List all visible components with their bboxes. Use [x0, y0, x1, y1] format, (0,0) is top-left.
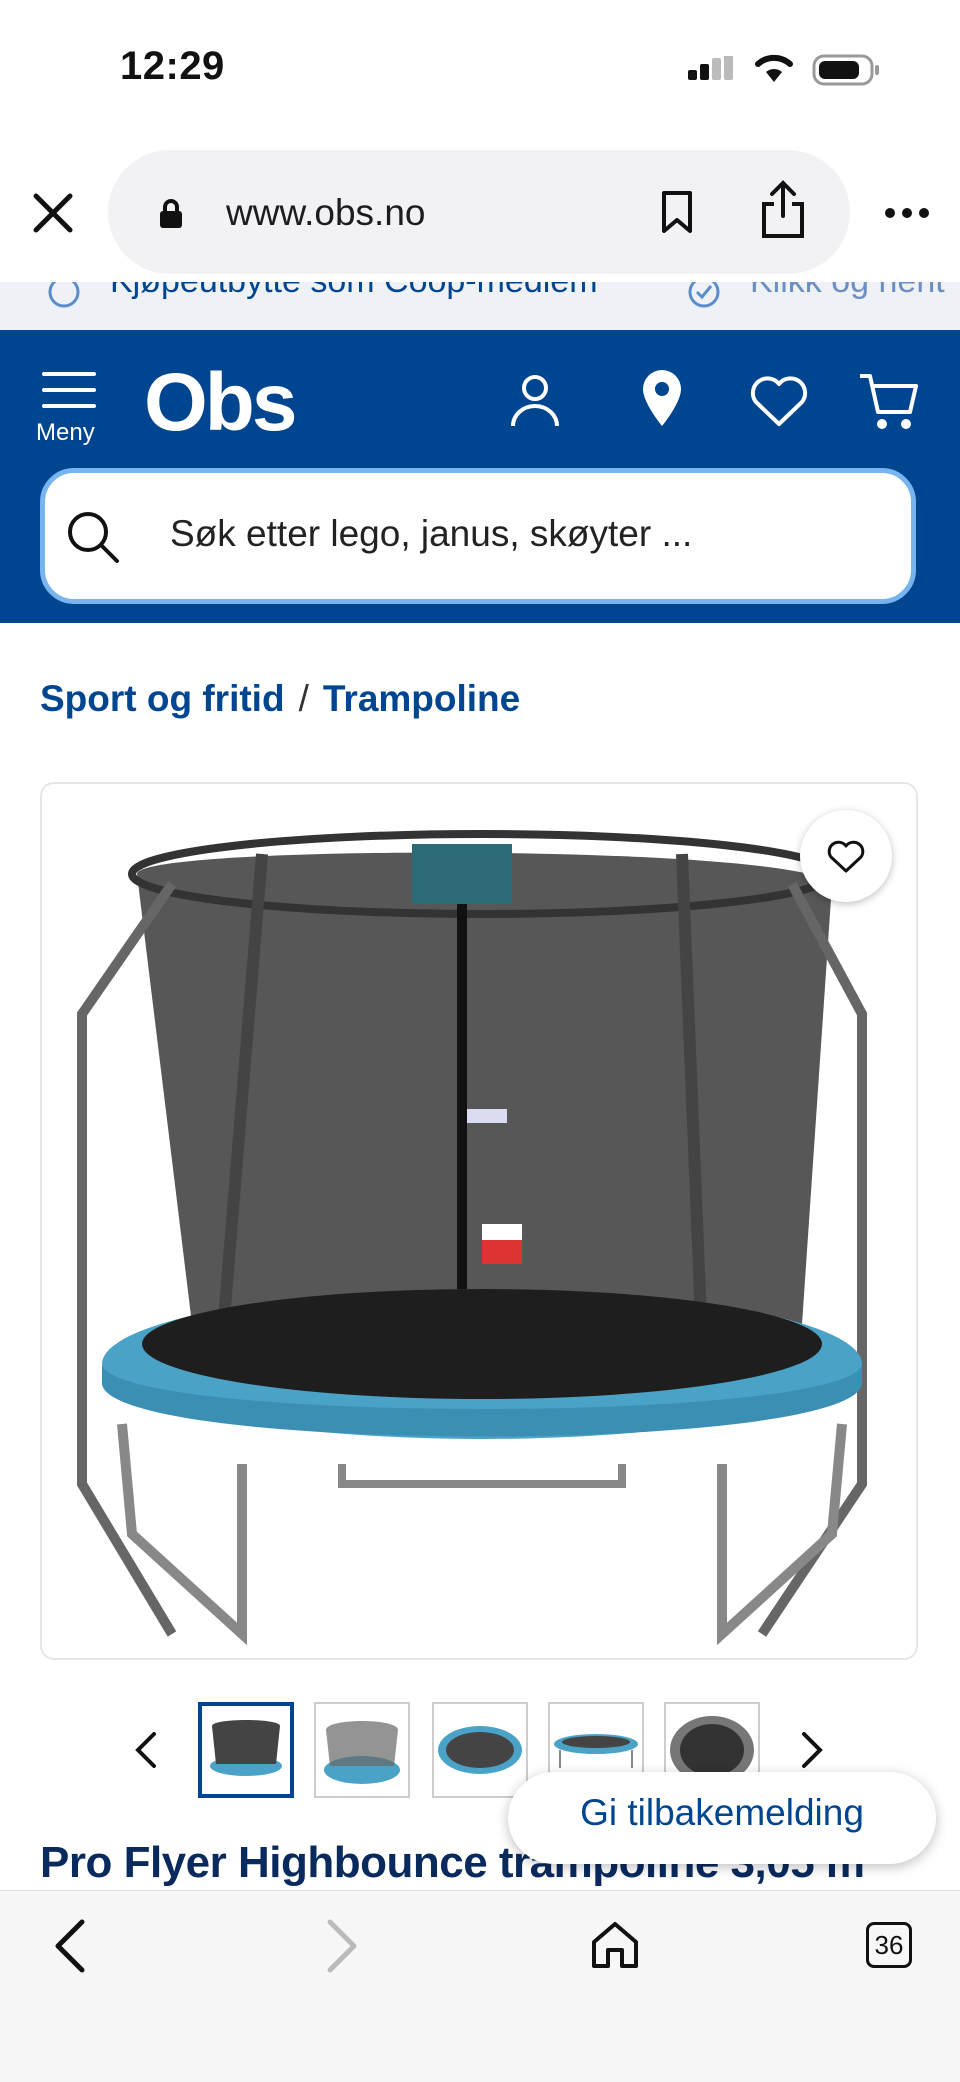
menu-icon[interactable]: [42, 370, 96, 415]
forward-icon[interactable]: [326, 1918, 360, 1979]
close-icon[interactable]: [30, 190, 76, 241]
menu-label[interactable]: Meny: [36, 419, 95, 447]
check-icon: [686, 282, 722, 315]
trampoline-image: [77, 830, 867, 1646]
promo-item[interactable]: Kjøpeutbytte som Coop-medlem: [110, 282, 598, 301]
cart-icon[interactable]: [858, 370, 922, 437]
lock-icon: [158, 198, 184, 235]
product-image[interactable]: [40, 782, 918, 1660]
address-bar[interactable]: [108, 150, 850, 274]
search-icon: [66, 510, 120, 569]
feedback-label[interactable]: Gi tilbakemelding: [508, 1792, 936, 1834]
url-text[interactable]: www.obs.no: [226, 192, 426, 234]
breadcrumb-link[interactable]: Trampoline: [323, 678, 520, 719]
coop-icon: [46, 282, 82, 315]
tabs-icon[interactable]: 36: [866, 1922, 912, 1968]
wifi-icon: [752, 50, 796, 91]
signal-icon: [688, 52, 736, 93]
breadcrumb-link[interactable]: Sport og fritid: [40, 678, 285, 719]
promo-strip: Kjøpeutbytte som Coop-medlem Klikk og he…: [0, 282, 960, 330]
back-icon[interactable]: [52, 1918, 86, 1979]
bookmark-icon[interactable]: [660, 190, 694, 239]
user-icon[interactable]: [508, 372, 562, 435]
browser-toolbar: [0, 1890, 960, 2082]
thumbnail[interactable]: [314, 1702, 410, 1798]
chevron-left-icon[interactable]: [134, 1730, 158, 1775]
search-placeholder[interactable]: Søk etter lego, janus, skøyter ...: [170, 513, 692, 555]
thumbnail[interactable]: [432, 1702, 528, 1798]
heart-icon: [826, 840, 866, 879]
status-time: 12:29: [120, 44, 225, 88]
location-icon[interactable]: [640, 368, 684, 435]
share-icon[interactable]: [760, 180, 806, 245]
chevron-right-icon[interactable]: [800, 1730, 824, 1775]
breadcrumb-separator: /: [298, 678, 309, 719]
thumbnail[interactable]: [198, 1702, 294, 1798]
more-icon[interactable]: [884, 206, 930, 224]
heart-icon[interactable]: [748, 374, 810, 433]
breadcrumb: Sport og fritid / Trampoline: [40, 678, 520, 720]
obs-logo[interactable]: Obs: [144, 356, 297, 450]
home-icon[interactable]: [590, 1920, 640, 1975]
battery-icon: [812, 52, 882, 93]
promo-item[interactable]: Klikk og hent: [750, 282, 945, 301]
